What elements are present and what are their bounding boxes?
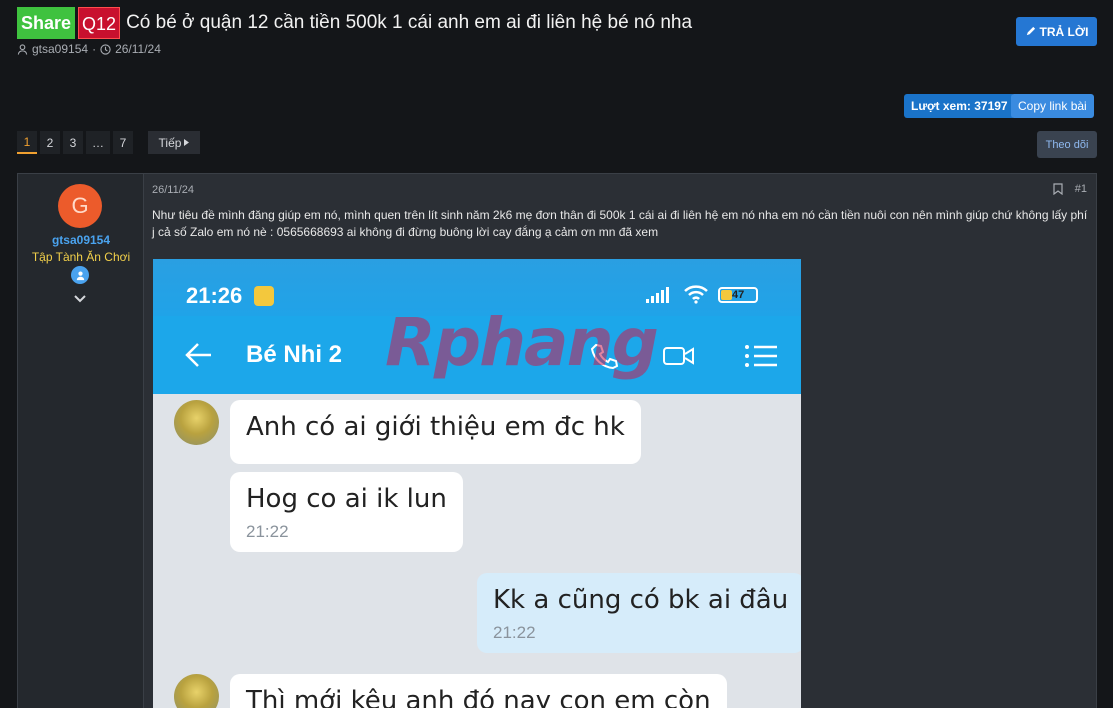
- prefix-region-label[interactable]: Q12: [78, 6, 121, 39]
- menu-icon: [745, 345, 777, 367]
- pagination: 1 2 3 … 7 Tiếp: [17, 131, 200, 154]
- user-badge-icon: [71, 266, 89, 284]
- phone-time: 21:26: [186, 283, 243, 308]
- message-time: 21:22: [493, 623, 536, 642]
- chat-message-sent: Kk a cũng có bk ai đâu 21:22: [477, 573, 801, 653]
- reply-button-label: TRẢ LỜI: [1039, 24, 1089, 39]
- views-badge: Lượt xem: 37197: [904, 94, 1015, 118]
- next-page-label: Tiếp: [158, 135, 182, 150]
- post-username[interactable]: gtsa09154: [18, 233, 144, 247]
- contact-avatar: [174, 674, 219, 708]
- image-watermark: Rphang: [385, 304, 659, 381]
- chat-contact-name: Bé Nhi 2: [246, 341, 343, 368]
- video-call-icon: [663, 347, 694, 365]
- bookmark-icon[interactable]: [1053, 183, 1063, 195]
- clock-icon: [100, 43, 111, 55]
- prefix-share-label[interactable]: Share: [17, 6, 76, 39]
- post-body-text: Như tiêu đề mình đăng giúp em nó, mình q…: [152, 208, 1088, 239]
- battery-fill: [721, 290, 732, 300]
- chevron-down-icon[interactable]: [73, 292, 87, 306]
- user-title: Tập Tành Ăn Chơi: [31, 250, 131, 264]
- battery-icon: 47: [718, 287, 758, 303]
- pencil-icon: [1026, 26, 1035, 36]
- post-number[interactable]: #1: [1075, 183, 1087, 195]
- back-arrow-icon: [185, 343, 211, 367]
- lock-icon: [254, 286, 274, 306]
- battery-level: 47: [732, 289, 745, 301]
- reply-button[interactable]: TRẢ LỜI: [1016, 17, 1097, 46]
- signal-icon: [646, 287, 669, 303]
- page-1[interactable]: 1: [17, 131, 37, 154]
- next-page-button[interactable]: Tiếp: [148, 131, 200, 154]
- message-text: Hog co ai ik lun: [246, 484, 447, 514]
- thread-meta: gtsa09154 · 26/11/24: [17, 42, 161, 56]
- thread-title: Có bé ở quận 12 cần tiền 500k 1 cái anh …: [126, 11, 693, 33]
- page-2[interactable]: 2: [40, 131, 60, 154]
- user-icon: [17, 43, 28, 55]
- post-image[interactable]: 21:26 47 Bé Nhi 2 Rphang Anh có ai giới …: [153, 259, 801, 708]
- chat-message: Hog co ai ik lun 21:22: [230, 472, 463, 552]
- contact-avatar: [174, 400, 219, 445]
- wifi-icon: [684, 285, 708, 304]
- caret-right-icon: [184, 139, 190, 146]
- page-3[interactable]: 3: [63, 131, 83, 154]
- message-text: Kk a cũng có bk ai đâu: [493, 585, 789, 615]
- page-ellipsis[interactable]: …: [86, 131, 110, 154]
- post-actions: #1: [1053, 183, 1087, 195]
- copy-link-button[interactable]: Copy link bài: [1011, 94, 1094, 118]
- message-text: Thì mới kêu anh đó nay con em còn: [246, 686, 711, 708]
- thread-title-row: Share Q12 Có bé ở quận 12 cần tiền 500k …: [17, 6, 692, 39]
- message-text: Anh có ai giới thiệu em đc hk: [246, 412, 625, 442]
- message-time: 21:22: [246, 522, 289, 541]
- post: G gtsa09154 Tập Tành Ăn Chơi 26/11/24 #1…: [17, 173, 1097, 708]
- chat-message: Anh có ai giới thiệu em đc hk: [230, 400, 641, 464]
- meta-separator: ·: [92, 42, 97, 56]
- thread-date[interactable]: 26/11/24: [115, 42, 161, 56]
- avatar[interactable]: G: [58, 184, 102, 228]
- chat-message: Thì mới kêu anh đó nay con em còn: [230, 674, 727, 708]
- thread-author[interactable]: gtsa09154: [32, 42, 88, 56]
- page-7[interactable]: 7: [113, 131, 133, 154]
- post-date[interactable]: 26/11/24: [152, 184, 194, 196]
- post-user-panel: G gtsa09154 Tập Tành Ăn Chơi: [18, 174, 144, 708]
- follow-button[interactable]: Theo dõi: [1037, 131, 1097, 158]
